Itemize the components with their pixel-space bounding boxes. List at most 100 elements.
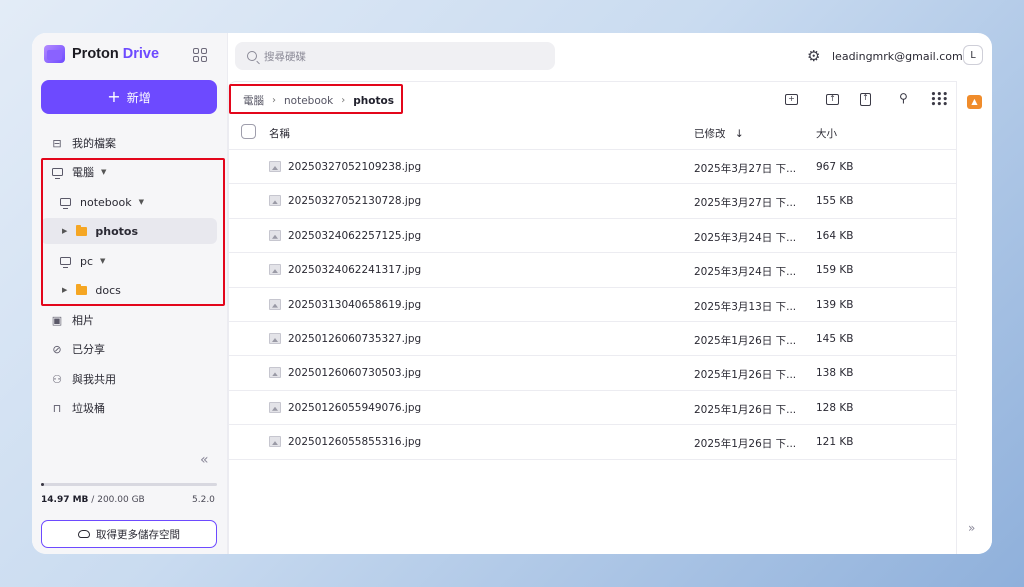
chevron-down-icon[interactable]: ▼ — [100, 257, 105, 265]
expand-rail-icon[interactable]: » — [968, 521, 975, 535]
breadcrumb-item[interactable]: 電腦 — [243, 93, 264, 108]
file-modified: 2025年1月26日 下... — [694, 403, 797, 416]
upload-folder-icon[interactable]: ↑ — [826, 94, 839, 105]
sidebar-item-notebook[interactable]: notebook ▼ — [41, 189, 217, 215]
link-icon: ⊘ — [52, 342, 62, 356]
share-user-icon[interactable]: ⚲ — [899, 91, 908, 105]
storage-usage: 14.97 MB / 200.00 GB — [41, 495, 145, 505]
sidebar-item-my-files[interactable]: ⊟ 我的檔案 — [41, 130, 217, 156]
inbox-icon: ⊟ — [52, 136, 62, 150]
breadcrumb-item[interactable]: notebook — [284, 95, 333, 107]
storage-used: 14.97 MB — [41, 495, 89, 505]
trash-icon: ⊓ — [52, 401, 62, 415]
sidebar-item-label: 已分享 — [72, 343, 105, 356]
table-row[interactable]: 20250327052109238.jpg 2025年3月27日 下... 96… — [229, 150, 957, 185]
file-size: 967 KB — [816, 161, 854, 173]
chevron-right-icon[interactable]: ▶ — [62, 286, 67, 294]
plus-icon: + — [107, 87, 121, 106]
sidebar-item-computers[interactable]: 電腦 ▼ — [41, 159, 217, 185]
monitor-icon — [59, 196, 71, 209]
chevron-down-icon[interactable]: ▼ — [139, 198, 144, 206]
image-thumbnail-icon — [269, 332, 281, 344]
image-thumbnail-icon — [269, 436, 281, 448]
new-folder-icon[interactable]: + — [785, 94, 798, 105]
upload-file-icon[interactable]: ↑ — [860, 93, 871, 106]
file-name: 20250126055949076.jpg — [288, 401, 422, 414]
file-modified: 2025年3月24日 下... — [694, 231, 797, 244]
table-row[interactable]: 20250327052130728.jpg 2025年3月27日 下... 15… — [229, 184, 957, 219]
sidebar-item-shared[interactable]: ⊘ 已分享 — [41, 336, 217, 362]
sidebar-item-docs[interactable]: ▶ docs — [41, 277, 217, 303]
column-modified[interactable]: 已修改 ↓ — [694, 126, 744, 141]
file-name: 20250126060730503.jpg — [288, 367, 422, 380]
logo[interactable]: Proton Drive — [44, 45, 159, 63]
file-size: 128 KB — [816, 401, 854, 414]
account-email[interactable]: leadingmrk@gmail.com — [832, 50, 963, 63]
file-modified: 2025年3月13日 下... — [694, 300, 797, 313]
file-name: 20250327052130728.jpg — [288, 195, 422, 208]
file-name: 20250313040658619.jpg — [288, 298, 422, 311]
get-more-storage-button[interactable]: 取得更多儲存空間 — [41, 520, 217, 548]
breadcrumb: 電腦 › notebook › photos — [243, 93, 394, 108]
sidebar-item-pc[interactable]: pc ▼ — [41, 248, 217, 274]
file-name: 20250126055855316.jpg — [288, 436, 422, 449]
file-modified: 2025年1月26日 下... — [694, 438, 797, 451]
app-window: Proton Drive + 新增 ⊟ 我的檔案 電腦 ▼ notebook ▼… — [32, 33, 992, 554]
sidebar-item-label: photos — [95, 224, 139, 238]
file-size: 138 KB — [816, 367, 854, 380]
column-size[interactable]: 大小 — [816, 126, 837, 141]
file-list: 20250327052109238.jpg 2025年3月27日 下... 96… — [229, 150, 957, 460]
sidebar-item-photos[interactable]: ▶ photos — [41, 218, 217, 244]
grid-view-icon[interactable]: ∙∙∙ ∙∙∙ ∙∙∙ — [930, 88, 949, 109]
settings-gear-icon[interactable]: ⚙ — [807, 49, 820, 64]
photo-app-icon[interactable]: ▲ — [967, 95, 982, 109]
table-row[interactable]: 20250313040658619.jpg 2025年3月13日 下... 13… — [229, 288, 957, 322]
table-row[interactable]: 20250126060730503.jpg 2025年1月26日 下... 13… — [229, 356, 957, 391]
chevron-right-icon: › — [341, 95, 346, 106]
file-modified: 2025年1月26日 下... — [694, 334, 797, 347]
image-thumbnail-icon — [269, 229, 281, 241]
file-modified: 2025年3月27日 下... — [694, 163, 797, 175]
file-modified: 2025年3月24日 下... — [694, 266, 797, 279]
sidebar-item-label: 與我共用 — [72, 373, 116, 386]
folder-icon — [76, 283, 88, 295]
brand-name: Proton Drive — [72, 46, 159, 62]
brand-name-proton: Proton — [72, 46, 119, 62]
file-size: 121 KB — [816, 436, 854, 449]
storage-bar — [41, 483, 217, 486]
sidebar-item-trash[interactable]: ⊓ 垃圾桶 — [41, 395, 217, 421]
cloud-icon — [78, 530, 90, 538]
table-row[interactable]: 20250126060735327.jpg 2025年1月26日 下... 14… — [229, 322, 957, 357]
column-name[interactable]: 名稱 — [269, 126, 290, 141]
breadcrumb-current[interactable]: photos — [353, 95, 394, 107]
table-row[interactable]: 20250126055949076.jpg 2025年1月26日 下... 12… — [229, 391, 957, 426]
file-modified: 2025年3月27日 下... — [694, 197, 797, 210]
image-thumbnail-icon — [269, 195, 281, 207]
file-size: 159 KB — [816, 264, 854, 277]
sidebar-item-shared-with-me[interactable]: ⚇ 與我共用 — [41, 366, 217, 392]
search-input[interactable]: 搜尋硬碟 — [235, 42, 555, 70]
sidebar-item-photos-library[interactable]: ▣ 相片 — [41, 307, 217, 333]
sidebar-item-label: notebook — [80, 195, 132, 209]
column-modified-label: 已修改 — [694, 128, 726, 140]
avatar[interactable]: L — [963, 45, 983, 65]
image-thumbnail-icon — [269, 401, 281, 413]
search-placeholder: 搜尋硬碟 — [264, 50, 306, 63]
chevron-right-icon[interactable]: ▶ — [62, 227, 67, 235]
app-version: 5.2.0 — [192, 495, 215, 505]
apps-grid-icon[interactable] — [193, 48, 207, 62]
file-name: 20250327052109238.jpg — [288, 161, 422, 173]
sidebar: Proton Drive + 新增 ⊟ 我的檔案 電腦 ▼ notebook ▼… — [32, 33, 228, 554]
table-row[interactable]: 20250126055855316.jpg 2025年1月26日 下... 12… — [229, 425, 957, 460]
select-all-checkbox[interactable] — [241, 124, 256, 139]
image-icon: ▣ — [51, 313, 63, 327]
file-size: 139 KB — [816, 298, 854, 311]
file-size: 145 KB — [816, 332, 854, 345]
chevron-down-icon[interactable]: ▼ — [101, 168, 106, 176]
table-row[interactable]: 20250324062257125.jpg 2025年3月24日 下... 16… — [229, 219, 957, 254]
file-name: 20250324062241317.jpg — [288, 264, 422, 277]
new-button[interactable]: + 新增 — [41, 80, 217, 114]
collapse-sidebar-icon[interactable]: « — [200, 452, 209, 468]
table-row[interactable]: 20250324062241317.jpg 2025年3月24日 下... 15… — [229, 253, 957, 288]
image-thumbnail-icon — [269, 161, 281, 172]
